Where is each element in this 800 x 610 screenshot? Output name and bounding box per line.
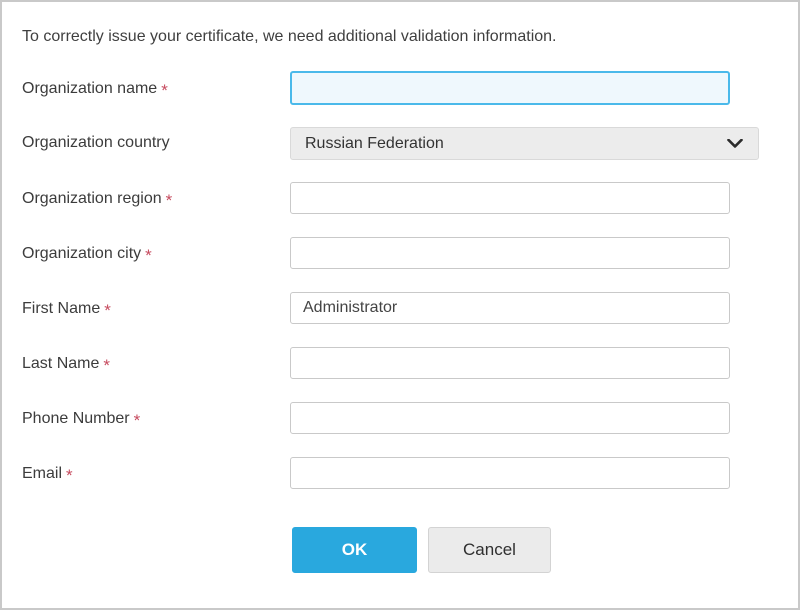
phone-number-input[interactable] bbox=[290, 402, 730, 434]
dialog-buttons: OK Cancel bbox=[292, 527, 778, 573]
cancel-button[interactable]: Cancel bbox=[428, 527, 551, 573]
organization-country-select-wrap: Russian Federation bbox=[290, 127, 759, 160]
email-input[interactable] bbox=[290, 457, 730, 489]
label-text: Organization region bbox=[22, 190, 162, 207]
required-asterisk: * bbox=[66, 466, 73, 485]
organization-name-input[interactable] bbox=[290, 71, 730, 105]
form-row-last-name: Last Name* bbox=[22, 346, 778, 380]
label-text: Organization city bbox=[22, 245, 141, 262]
organization-city-input[interactable] bbox=[290, 237, 730, 269]
first-name-label: First Name* bbox=[22, 298, 290, 318]
phone-number-label: Phone Number* bbox=[22, 408, 290, 428]
dialog-message: To correctly issue your certificate, we … bbox=[22, 26, 778, 48]
organization-city-label: Organization city* bbox=[22, 243, 290, 263]
label-text: Email bbox=[22, 465, 62, 482]
form-row-organization-city: Organization city* bbox=[22, 236, 778, 270]
required-asterisk: * bbox=[161, 81, 168, 100]
form-row-organization-name: Organization name* bbox=[22, 71, 778, 105]
organization-country-select[interactable]: Russian Federation bbox=[290, 127, 759, 160]
last-name-label: Last Name* bbox=[22, 353, 290, 373]
organization-region-input[interactable] bbox=[290, 182, 730, 214]
organization-region-label: Organization region* bbox=[22, 188, 290, 208]
ok-button[interactable]: OK bbox=[292, 527, 417, 573]
label-text: First Name bbox=[22, 300, 100, 317]
organization-country-label: Organization country bbox=[22, 134, 290, 152]
certificate-validation-dialog: To correctly issue your certificate, we … bbox=[2, 2, 798, 573]
form-row-organization-region: Organization region* bbox=[22, 181, 778, 215]
required-asterisk: * bbox=[166, 191, 173, 210]
first-name-input[interactable] bbox=[290, 292, 730, 324]
required-asterisk: * bbox=[145, 246, 152, 265]
form-row-email: Email* bbox=[22, 456, 778, 490]
required-asterisk: * bbox=[104, 301, 111, 320]
organization-name-label: Organization name* bbox=[22, 78, 290, 98]
label-text: Organization country bbox=[22, 134, 170, 151]
label-text: Organization name bbox=[22, 80, 157, 97]
form-row-phone-number: Phone Number* bbox=[22, 401, 778, 435]
last-name-input[interactable] bbox=[290, 347, 730, 379]
label-text: Phone Number bbox=[22, 410, 130, 427]
email-label: Email* bbox=[22, 463, 290, 483]
label-text: Last Name bbox=[22, 355, 99, 372]
required-asterisk: * bbox=[134, 411, 141, 430]
required-asterisk: * bbox=[103, 356, 110, 375]
form-row-organization-country: Organization country Russian Federation bbox=[22, 126, 778, 160]
form-row-first-name: First Name* bbox=[22, 291, 778, 325]
